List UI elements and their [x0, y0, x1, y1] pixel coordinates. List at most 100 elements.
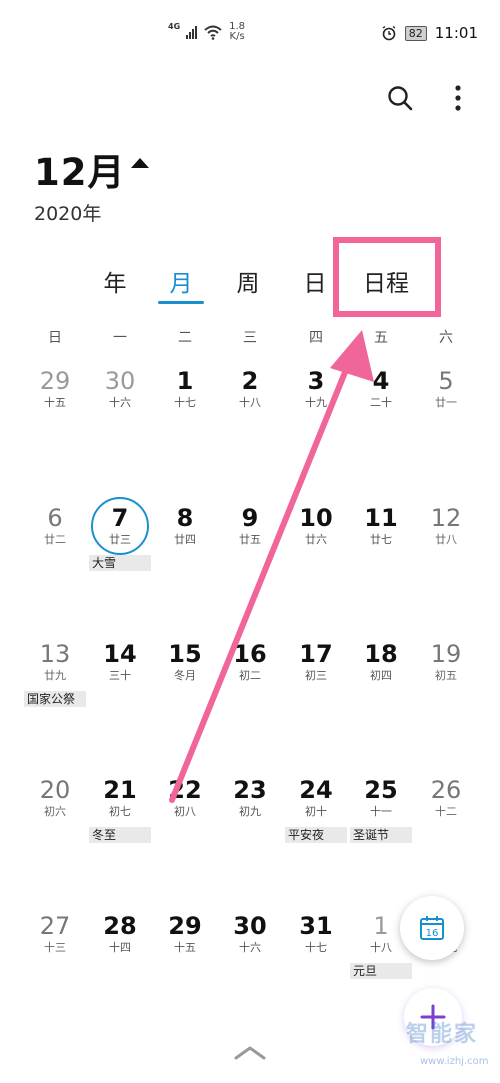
- day-cell[interactable]: 6 廿二: [22, 503, 88, 547]
- day-cell[interactable]: 10 廿六: [283, 503, 349, 547]
- day-cell[interactable]: 11 廿七: [348, 503, 414, 547]
- lunar-date: 初三: [305, 669, 327, 682]
- day-number: 21: [103, 776, 137, 804]
- day-number: 4: [372, 367, 390, 395]
- day-cell[interactable]: 3 十九: [283, 366, 349, 410]
- day-cell[interactable]: 24 初十: [283, 775, 349, 819]
- weekday-label: 四: [309, 330, 323, 346]
- weekday-label: 六: [439, 330, 453, 346]
- watermark-text: 智能家: [405, 1022, 478, 1047]
- day-cell[interactable]: 2 十八: [217, 366, 283, 410]
- lunar-date: 十五: [174, 941, 196, 954]
- day-number: 26: [430, 776, 462, 804]
- day-cell[interactable]: 13 廿九: [22, 639, 88, 683]
- day-cell[interactable]: 21 初七: [87, 775, 153, 819]
- day-cell[interactable]: 17 初三: [283, 639, 349, 683]
- tab-month[interactable]: 月: [166, 264, 196, 298]
- event-chip[interactable]: 平安夜: [285, 827, 347, 843]
- day-number: 8: [176, 504, 194, 532]
- day-cell[interactable]: 26 十二: [413, 775, 479, 819]
- day-cell[interactable]: 23 初九: [217, 775, 283, 819]
- status-bar: 4G 1.8 K/s 82 11:01: [0, 0, 500, 70]
- more-options-button[interactable]: [440, 80, 476, 116]
- today-button[interactable]: 16: [400, 896, 464, 960]
- lunar-date: 廿四: [174, 533, 196, 546]
- month-title[interactable]: 12月: [34, 142, 126, 196]
- signal-icon: [186, 25, 198, 39]
- day-number: 30: [104, 367, 136, 395]
- day-number: 6: [47, 504, 63, 532]
- year-subtitle: 2020年: [34, 203, 102, 225]
- weekday-label: 三: [243, 330, 257, 346]
- day-cell[interactable]: 12 廿八: [413, 503, 479, 547]
- search-button[interactable]: [382, 80, 418, 116]
- tab-week[interactable]: 周: [233, 264, 263, 298]
- lunar-date: 初二: [239, 669, 261, 682]
- tab-day[interactable]: 日: [300, 264, 330, 298]
- event-chip[interactable]: 元旦: [350, 963, 412, 979]
- lunar-date: 十七: [305, 941, 327, 954]
- day-cell[interactable]: 27 十三: [22, 911, 88, 955]
- day-cell[interactable]: 5 廿一: [413, 366, 479, 410]
- lunar-date: 廿二: [44, 533, 66, 546]
- day-cell[interactable]: 25 十一: [348, 775, 414, 819]
- network-type: 4G: [168, 21, 181, 31]
- day-cell[interactable]: 30 十六: [87, 366, 153, 410]
- wifi-icon: [204, 25, 222, 40]
- chevron-up-icon[interactable]: [232, 1040, 268, 1064]
- triangle-up-icon[interactable]: [131, 158, 149, 168]
- day-cell[interactable]: 16 初二: [217, 639, 283, 683]
- lunar-date: 冬月: [174, 669, 196, 682]
- day-number: 11: [364, 504, 398, 532]
- day-number: 19: [430, 640, 462, 668]
- day-cell[interactable]: 31 十七: [283, 911, 349, 955]
- day-number: 28: [103, 912, 137, 940]
- lunar-date: 十一: [370, 805, 392, 818]
- day-number: 9: [241, 504, 259, 532]
- lunar-date: 廿九: [44, 669, 66, 682]
- watermark-url: www.izhj.com: [420, 1056, 489, 1067]
- day-cell[interactable]: 8 廿四: [152, 503, 218, 547]
- day-cell[interactable]: 15 冬月: [152, 639, 218, 683]
- more-vertical-icon: [455, 85, 461, 111]
- speed-unit: K/s: [229, 31, 245, 42]
- day-number: 29: [168, 912, 202, 940]
- tab-year[interactable]: 年: [100, 264, 130, 298]
- day-cell[interactable]: 20 初六: [22, 775, 88, 819]
- day-number: 22: [168, 776, 202, 804]
- day-cell[interactable]: 28 十四: [87, 911, 153, 955]
- annotation-highlight-box: [333, 237, 441, 317]
- event-chip[interactable]: 圣诞节: [350, 827, 412, 843]
- event-chip[interactable]: 冬至: [89, 827, 151, 843]
- day-number: 5: [438, 367, 454, 395]
- status-network: 4G 1.8 K/s: [168, 22, 245, 42]
- day-cell[interactable]: 9 廿五: [217, 503, 283, 547]
- day-cell[interactable]: 19 初五: [413, 639, 479, 683]
- lunar-date: 初八: [174, 805, 196, 818]
- event-chip[interactable]: 大雪: [89, 555, 151, 571]
- day-cell[interactable]: 18 初四: [348, 639, 414, 683]
- tab-month-indicator: [158, 301, 204, 304]
- day-cell[interactable]: 4 二十: [348, 366, 414, 410]
- day-number: 10: [299, 504, 333, 532]
- day-number: 17: [299, 640, 333, 668]
- day-cell[interactable]: 14 三十: [87, 639, 153, 683]
- day-number: 3: [307, 367, 325, 395]
- weekday-label: 二: [178, 330, 192, 346]
- day-number: 20: [39, 776, 71, 804]
- day-number: 15: [168, 640, 202, 668]
- day-cell[interactable]: 29 十五: [22, 366, 88, 410]
- day-cell[interactable]: 30 十六: [217, 911, 283, 955]
- search-icon: [388, 86, 413, 111]
- day-cell-today[interactable]: 7 廿三: [87, 497, 153, 555]
- event-chip[interactable]: 国家公祭: [24, 691, 86, 707]
- day-cell[interactable]: 22 初八: [152, 775, 218, 819]
- day-cell[interactable]: 1 十七: [152, 366, 218, 410]
- day-number: 29: [39, 367, 71, 395]
- lunar-date: 初十: [305, 805, 327, 818]
- lunar-date: 廿六: [305, 533, 327, 546]
- weekday-label: 日: [48, 330, 62, 346]
- day-number: 1: [176, 367, 194, 395]
- day-number: 18: [364, 640, 398, 668]
- day-cell[interactable]: 29 十五: [152, 911, 218, 955]
